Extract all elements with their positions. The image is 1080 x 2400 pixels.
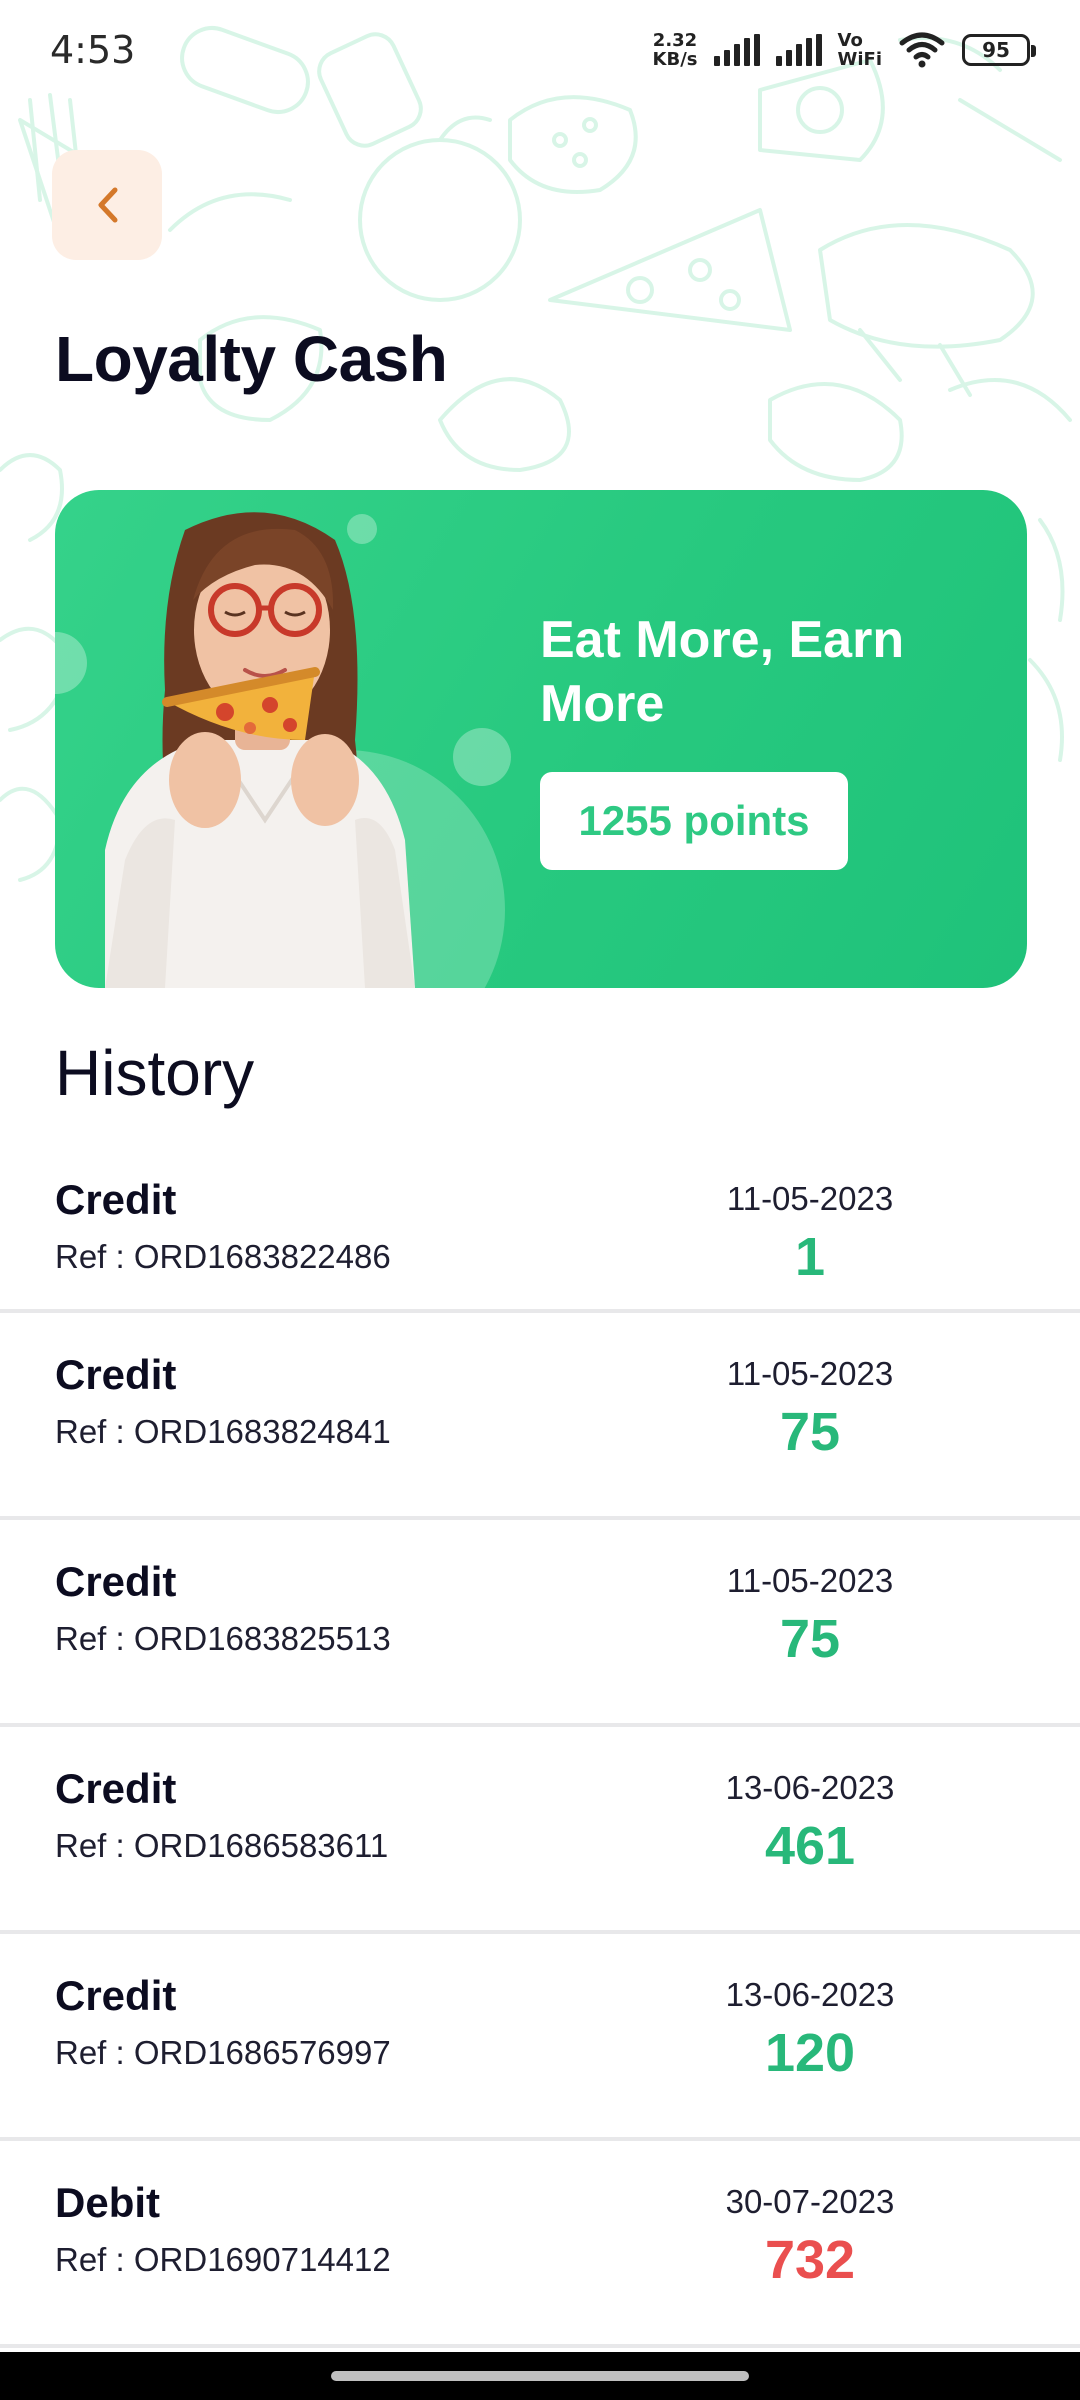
battery-icon: 95 [962,34,1036,66]
transaction-date: 13-06-2023 [725,1769,895,1806]
transaction-amount: 732 [764,2230,856,2290]
signal-icon [713,34,760,66]
transaction-amount: 120 [764,2023,856,2083]
transaction-type: Credit [55,1765,177,1812]
back-button[interactable] [52,150,162,260]
transaction-ref: Ref : ORD1683824841 [55,1413,391,1450]
transaction-type: Credit [55,1972,177,2019]
loyalty-banner: Eat More, Earn More 1255 points [55,490,1027,988]
vowifi-icon: Vo WiFi [837,30,883,70]
history-row: Credit Ref : ORD1683825513 11-05-2023 75 [0,1520,1080,1727]
chevron-left-icon [98,187,118,223]
history-row: Credit Ref : ORD1683822486 11-05-2023 1 [0,1138,1080,1313]
history-list: Credit Ref : ORD1683822486 11-05-2023 1 … [0,1138,1080,2348]
transaction-ref: Ref : ORD1690714412 [55,2241,391,2278]
network-speed: 2.32 KB/s [652,30,698,70]
transaction-type: Credit [55,1351,177,1398]
transaction-amount: 75 [779,1402,841,1462]
points-balance: 1255 points [540,772,848,870]
banner-headline: Eat More, Earn More [540,611,905,733]
transaction-ref: Ref : ORD1686576997 [55,2034,391,2071]
status-icons: 2.32 KB/s Vo WiFi 95 [652,30,1036,70]
history-row: Credit Ref : ORD1686576997 13-06-2023 12… [0,1934,1080,2141]
transaction-date: 11-05-2023 [726,1180,894,1217]
page-title: Loyalty Cash [55,323,448,395]
transaction-type: Debit [55,2179,160,2226]
transaction-date: 13-06-2023 [725,1976,895,2013]
transaction-date: 11-05-2023 [726,1355,894,1392]
woman-eating-pizza-image [105,512,415,988]
history-row: Debit Ref : ORD1690714412 30-07-2023 732 [0,2141,1080,2348]
signal-icon [775,34,822,66]
history-row: Credit Ref : ORD1686583611 13-06-2023 46… [0,1727,1080,1934]
transaction-ref: Ref : ORD1683822486 [55,1238,391,1275]
transaction-type: Credit [55,1558,177,1605]
history-row: Credit Ref : ORD1683824841 11-05-2023 75 [0,1313,1080,1520]
transaction-amount: 75 [779,1609,841,1669]
status-time: 4:53 [50,28,136,72]
transaction-amount: 461 [764,1816,856,1876]
home-gesture-handle[interactable] [331,2371,749,2381]
transaction-amount: 1 [794,1227,826,1287]
transaction-ref: Ref : ORD1683825513 [55,1620,391,1657]
transaction-ref: Ref : ORD1686583611 [55,1827,389,1864]
history-title: History [55,1037,255,1109]
system-navigation-bar [0,2352,1080,2400]
wifi-icon [899,32,945,68]
transaction-date: 30-07-2023 [725,2183,895,2220]
transaction-date: 11-05-2023 [726,1562,894,1599]
status-bar: 4:53 2.32 KB/s Vo WiFi 95 [0,0,1080,100]
transaction-type: Credit [55,1176,177,1223]
